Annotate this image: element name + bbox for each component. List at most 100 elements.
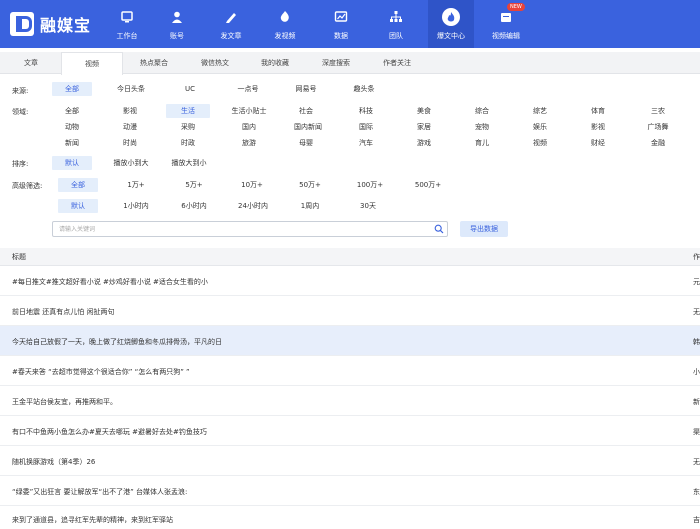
- field-item[interactable]: 综艺: [518, 104, 562, 118]
- nav-team[interactable]: 团队: [373, 0, 419, 48]
- row-title[interactable]: #春天来答 “去超市觉得这个很适合你” “怎么有两只狗” ”: [12, 367, 190, 377]
- row-title[interactable]: 今天给自己放假了一天，晚上做了红烧鲫鱼和冬瓜排骨汤，平凡的日: [12, 337, 222, 347]
- row-title[interactable]: 来到了通道县，追寻红军先辈的精神，来到红军驿站: [12, 515, 173, 525]
- source-all[interactable]: 全部: [52, 82, 92, 96]
- row-title[interactable]: “绿委”又出狂言 要让解放军“出不了港” 台媒体人张孟浪:: [12, 487, 187, 497]
- time-option[interactable]: 1周内: [290, 199, 330, 213]
- source-yidian[interactable]: 一点号: [226, 82, 270, 96]
- table-row[interactable]: 今天给自己放假了一天，晚上做了红烧鲫鱼和冬瓜排骨汤，平凡的日 韩: [0, 326, 700, 356]
- source-netease[interactable]: 网易号: [284, 82, 328, 96]
- plays-option[interactable]: 10万+: [232, 178, 272, 192]
- table-header: 标题 作: [0, 248, 700, 266]
- field-item[interactable]: 影视: [108, 104, 152, 118]
- time-option[interactable]: 24小时内: [230, 199, 276, 213]
- field-item[interactable]: 采购: [166, 120, 210, 134]
- field-item[interactable]: 时尚: [108, 136, 152, 150]
- row-author: 东: [693, 488, 700, 496]
- field-item[interactable]: 生活小贴士: [224, 104, 274, 118]
- plays-option[interactable]: 1万+: [116, 178, 156, 192]
- nav-post-video[interactable]: 发视频: [262, 0, 308, 48]
- source-qutoutiao[interactable]: 趣头条: [342, 82, 386, 96]
- field-item[interactable]: 动漫: [108, 120, 152, 134]
- nav-post-article[interactable]: 发文章: [208, 0, 254, 48]
- tab-hot-aggregation[interactable]: 热点聚合: [124, 52, 184, 74]
- field-item[interactable]: 视频: [518, 136, 562, 150]
- field-item[interactable]: 体育: [576, 104, 620, 118]
- field-item[interactable]: 国内新闻: [284, 120, 332, 134]
- field-item[interactable]: 新闻: [52, 136, 92, 150]
- nav-hot-article-center[interactable]: 爆文中心: [428, 0, 474, 48]
- export-data-button[interactable]: 导出数据: [460, 221, 508, 237]
- search-icon[interactable]: [434, 224, 444, 234]
- video-icon: [280, 11, 289, 22]
- table-row[interactable]: 王金平站台侯友宜，再推两和平。 新: [0, 386, 700, 416]
- keyword-search-input[interactable]: [53, 222, 423, 236]
- field-item[interactable]: 全部: [52, 104, 92, 118]
- field-item[interactable]: 金融: [636, 136, 680, 150]
- table-row[interactable]: #春天来答 “去超市觉得这个很适合你” “怎么有两只狗” ” 小: [0, 356, 700, 386]
- field-item[interactable]: 动物: [52, 120, 92, 134]
- table-row[interactable]: 随机换豚游戏（第4季）26 无: [0, 446, 700, 476]
- plays-option[interactable]: 5万+: [174, 178, 214, 192]
- row-title[interactable]: #每日推文#推文超好看小说 #炒鸡好看小说 #适合女生看的小: [12, 277, 208, 287]
- table-row[interactable]: “绿委”又出狂言 要让解放军“出不了港” 台媒体人张孟浪: 东: [0, 476, 700, 506]
- field-item[interactable]: 国内: [224, 120, 274, 134]
- field-item[interactable]: 时政: [166, 136, 210, 150]
- time-default[interactable]: 默认: [58, 199, 98, 213]
- brand-logo[interactable]: 融媒宝: [10, 9, 91, 39]
- field-item[interactable]: 育儿: [460, 136, 504, 150]
- field-item[interactable]: 生活: [166, 104, 210, 118]
- row-title[interactable]: 有口不中鱼两小鱼怎么办#夏天去哪玩 #避暑好去处#钓鱼技巧: [12, 427, 207, 437]
- tab-videos[interactable]: 视频: [61, 52, 123, 75]
- time-option[interactable]: 6小时内: [172, 199, 216, 213]
- team-icon: [390, 11, 402, 22]
- table-row[interactable]: #每日推文#推文超好看小说 #炒鸡好看小说 #适合女生看的小 元: [0, 266, 700, 296]
- source-toutiao[interactable]: 今日头条: [106, 82, 156, 96]
- plays-option[interactable]: 50万+: [290, 178, 330, 192]
- row-author: 小: [693, 368, 700, 376]
- nav-dashboard[interactable]: 工作台: [104, 0, 150, 48]
- field-item[interactable]: 家居: [402, 120, 446, 134]
- source-uc[interactable]: UC: [168, 82, 212, 96]
- sort-plays-desc[interactable]: 播放大到小: [162, 156, 216, 170]
- plays-option[interactable]: 500万+: [406, 178, 450, 192]
- field-item[interactable]: 娱乐: [518, 120, 562, 134]
- field-item[interactable]: 母婴: [284, 136, 328, 150]
- sort-default[interactable]: 默认: [52, 156, 92, 170]
- source-label: 来源:: [12, 87, 29, 95]
- table-row[interactable]: 前日地震 还真有点儿怕 闲扯两句 无: [0, 296, 700, 326]
- field-item[interactable]: 财经: [576, 136, 620, 150]
- row-title[interactable]: 前日地震 还真有点儿怕 闲扯两句: [12, 307, 114, 317]
- time-option[interactable]: 1小时内: [114, 199, 158, 213]
- tab-author-follow[interactable]: 作者关注: [368, 52, 426, 74]
- tab-articles[interactable]: 文章: [4, 52, 58, 74]
- field-item[interactable]: 三农: [636, 104, 680, 118]
- table-row[interactable]: 来到了通道县，追寻红军先辈的精神，来到红军驿站 吉: [0, 506, 700, 529]
- field-item[interactable]: 社会: [284, 104, 328, 118]
- plays-option[interactable]: 100万+: [348, 178, 392, 192]
- tab-my-favorites[interactable]: 我的收藏: [246, 52, 304, 74]
- plays-all[interactable]: 全部: [58, 178, 98, 192]
- field-item[interactable]: 宠物: [460, 120, 504, 134]
- field-item[interactable]: 国际: [344, 120, 388, 134]
- row-title[interactable]: 随机换豚游戏（第4季）26: [12, 457, 95, 467]
- tab-deep-search[interactable]: 深度搜索: [306, 52, 366, 74]
- field-item[interactable]: 游戏: [402, 136, 446, 150]
- video-edit-icon: [501, 13, 511, 22]
- field-item[interactable]: 旅游: [224, 136, 274, 150]
- nav-video-editor[interactable]: NEW 视频编辑: [483, 0, 529, 48]
- nav-data[interactable]: 数据: [318, 0, 364, 48]
- table-row[interactable]: 有口不中鱼两小鱼怎么办#夏天去哪玩 #避暑好去处#钓鱼技巧 渠: [0, 416, 700, 446]
- field-item[interactable]: 广场舞: [634, 120, 682, 134]
- row-title[interactable]: 王金平站台侯友宜，再推两和平。: [12, 397, 117, 407]
- time-option[interactable]: 30天: [348, 199, 388, 213]
- field-item[interactable]: 汽车: [344, 136, 388, 150]
- field-item[interactable]: 美食: [402, 104, 446, 118]
- tab-wechat-hot[interactable]: 微信热文: [186, 52, 244, 74]
- sort-plays-asc[interactable]: 播放小到大: [104, 156, 158, 170]
- dashboard-icon: [121, 11, 133, 23]
- field-item[interactable]: 影视: [576, 120, 620, 134]
- field-item[interactable]: 科技: [344, 104, 388, 118]
- nav-account[interactable]: 账号: [154, 0, 200, 48]
- field-item[interactable]: 综合: [460, 104, 504, 118]
